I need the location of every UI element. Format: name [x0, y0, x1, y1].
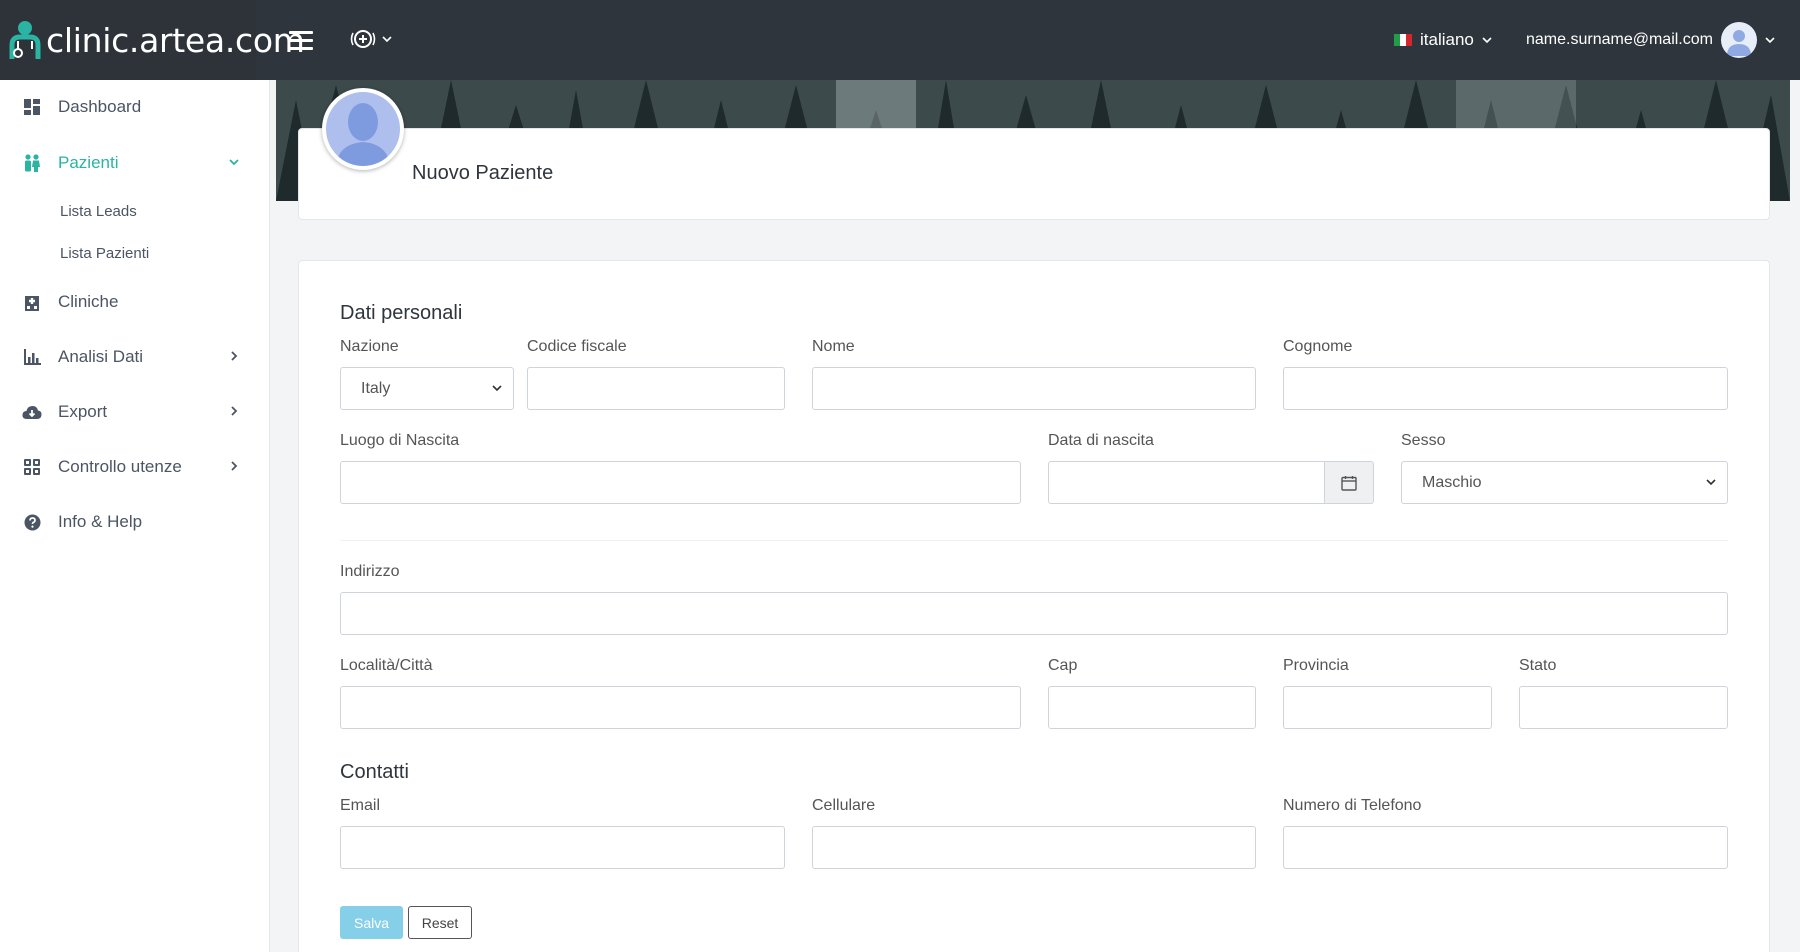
nazione-label: Nazione — [340, 338, 399, 355]
chevron-down-icon — [1765, 37, 1775, 44]
italy-flag-icon — [1394, 34, 1412, 46]
sidebar: Dashboard Pazienti Lista Leads Lista Paz… — [0, 80, 270, 952]
data-nascita-input[interactable] — [1048, 461, 1325, 504]
cloud-download-icon — [22, 402, 42, 422]
nome-label: Nome — [812, 338, 855, 355]
brand-logo-icon — [8, 19, 42, 61]
sesso-label: Sesso — [1401, 432, 1446, 449]
email-field[interactable] — [340, 826, 785, 869]
page-title: Nuovo Paziente — [412, 162, 554, 184]
date-picker-button[interactable] — [1324, 461, 1374, 504]
telefono-label: Numero di Telefono — [1283, 797, 1422, 814]
sesso-select[interactable]: Maschio — [1401, 461, 1728, 504]
nazione-value: Italy — [361, 379, 391, 397]
section-title-personal: Dati personali — [340, 302, 463, 324]
user-menu[interactable]: name.surname@mail.com — [1526, 22, 1775, 58]
sidebar-item-label: Controllo utenze — [58, 457, 182, 476]
chevron-right-icon — [231, 406, 238, 416]
reset-button[interactable]: Reset — [408, 906, 472, 939]
data-nascita-label: Data di nascita — [1048, 432, 1154, 449]
nome-input[interactable] — [812, 367, 1256, 410]
cognome-label: Cognome — [1283, 338, 1353, 355]
grid-icon — [22, 457, 42, 477]
sidebar-item-label: Cliniche — [58, 292, 119, 311]
sidebar-item-export[interactable]: Export — [0, 392, 268, 432]
cellulare-input[interactable] — [812, 826, 1256, 869]
chevron-down-icon — [1482, 37, 1492, 44]
sidebar-item-pazienti[interactable]: Pazienti — [0, 143, 268, 183]
menu-toggle-button[interactable] — [288, 24, 314, 56]
sidebar-item-analisi-dati[interactable]: Analisi Dati — [0, 337, 268, 377]
patients-icon — [22, 153, 42, 173]
user-email: name.surname@mail.com — [1526, 31, 1713, 48]
citta-label: Località/Città — [340, 657, 433, 674]
sidebar-item-label: Export — [58, 402, 108, 421]
nazione-select[interactable]: Italy — [340, 367, 514, 410]
language-selector[interactable]: italiano — [1394, 30, 1492, 50]
chevron-down-icon — [382, 36, 392, 43]
hospital-icon — [22, 292, 42, 312]
cap-label: Cap — [1048, 657, 1078, 674]
luogo-nascita-input[interactable] — [340, 461, 1021, 504]
avatar — [1720, 22, 1757, 58]
save-button[interactable]: Salva — [340, 906, 403, 939]
sidebar-item-label: Pazienti — [58, 153, 119, 172]
calendar-icon — [1341, 475, 1357, 491]
section-title-contacts: Contatti — [340, 761, 409, 783]
sidebar-item-cliniche[interactable]: Cliniche — [0, 282, 268, 322]
hamburger-icon — [289, 30, 313, 34]
email-label: Email — [340, 797, 381, 814]
chevron-right-icon — [231, 461, 238, 471]
dashboard-icon — [22, 97, 42, 117]
codice-fiscale-label: Codice fiscale — [527, 338, 627, 355]
citta-input[interactable] — [340, 686, 1021, 729]
section-divider — [340, 540, 1728, 541]
quick-add-menu[interactable] — [350, 28, 392, 50]
stato-input[interactable] — [1519, 686, 1728, 729]
user-silhouette-icon — [326, 92, 400, 166]
telefono-input[interactable] — [1283, 826, 1728, 869]
cognome-input[interactable] — [1283, 367, 1728, 410]
sidebar-item-dashboard[interactable]: Dashboard — [0, 87, 268, 127]
luogo-nascita-label: Luogo di Nascita — [340, 432, 460, 449]
brand[interactable]: clinic.artea.com — [0, 0, 305, 80]
provincia-label: Provincia — [1283, 657, 1349, 674]
sidebar-item-label: Analisi Dati — [58, 347, 144, 366]
indirizzo-input[interactable] — [340, 592, 1728, 635]
sidebar-item-info-help[interactable]: Info & Help — [0, 502, 268, 542]
cellulare-label: Cellulare — [812, 797, 876, 814]
chevron-right-icon — [231, 351, 238, 361]
chart-icon — [22, 347, 42, 367]
top-navbar: clinic.artea.com italiano name.surname@m… — [0, 0, 1800, 80]
codice-fiscale-input[interactable] — [527, 367, 785, 410]
indirizzo-label: Indirizzo — [340, 563, 400, 580]
patient-avatar[interactable] — [322, 88, 404, 170]
sidebar-item-label: Dashboard — [58, 97, 142, 116]
language-label: italiano — [1420, 30, 1474, 49]
sidebar-subitem-lista-pazienti[interactable]: Lista Pazienti — [60, 245, 149, 262]
chevron-down-icon — [1706, 479, 1716, 486]
chevron-down-icon — [229, 159, 239, 166]
help-icon — [22, 512, 42, 532]
provincia-input[interactable] — [1283, 686, 1492, 729]
sesso-value: Maschio — [1422, 473, 1482, 491]
sidebar-item-controllo-utenze[interactable]: Controllo utenze — [0, 447, 268, 487]
chevron-down-icon — [492, 385, 502, 392]
add-circle-icon — [350, 30, 376, 48]
sidebar-subitem-lista-leads[interactable]: Lista Leads — [60, 203, 137, 220]
brand-name: clinic.artea.com — [46, 20, 305, 60]
sidebar-item-label: Info & Help — [58, 512, 143, 531]
cap-input[interactable] — [1048, 686, 1256, 729]
stato-label: Stato — [1519, 657, 1557, 674]
